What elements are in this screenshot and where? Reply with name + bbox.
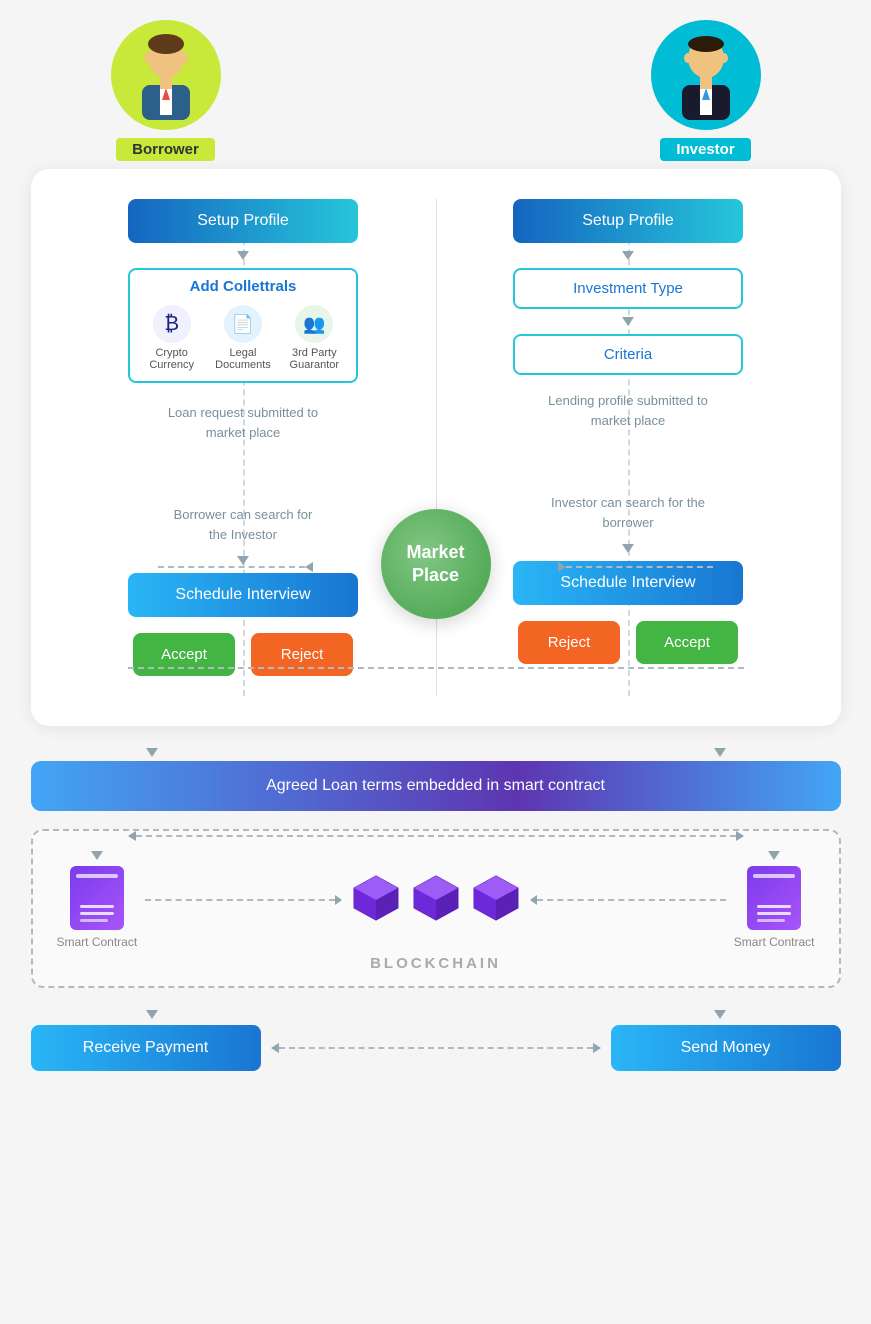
- arrow-left-head: [305, 562, 313, 572]
- arrow-down-right: [714, 748, 726, 757]
- blockchain-inner: Smart Contract: [57, 851, 815, 949]
- marketplace-container: Market Place: [381, 509, 491, 619]
- sc-top-bar-r: [753, 874, 795, 878]
- interview-dashed-connector: [128, 831, 744, 841]
- left-sc-block: Smart Contract: [57, 851, 138, 949]
- investor-setup-profile-button[interactable]: Setup Profile: [513, 199, 743, 243]
- arrow-down-r3: [622, 544, 634, 553]
- sc-lines: [80, 905, 114, 922]
- payment-connector: [261, 1043, 611, 1053]
- interview-dashed-line: [136, 835, 736, 837]
- borrower-accept-reject-row: Accept Reject: [133, 633, 353, 676]
- borrower-accept-button[interactable]: Accept: [133, 633, 235, 676]
- borrower-search-note: Borrower can search for the Investor: [163, 505, 323, 544]
- cubes-to-sc-right: [530, 895, 726, 905]
- investor-reject-button[interactable]: Reject: [518, 621, 620, 664]
- payment-dashed: [279, 1047, 593, 1049]
- cube-1: [350, 872, 402, 929]
- arrow-down-left: [146, 748, 158, 757]
- arrow-right-head: [558, 562, 566, 572]
- left-sc-icon: [70, 866, 124, 930]
- search-dashed-row: [128, 667, 744, 669]
- left-column: Setup Profile Add Collettrals ₿ Crypto C…: [51, 199, 436, 696]
- cube-3: [470, 872, 522, 929]
- right-sc-label: Smart Contract: [734, 935, 815, 949]
- sc-line3-r: [757, 919, 785, 922]
- main-card: Setup Profile Add Collettrals ₿ Crypto C…: [31, 169, 841, 726]
- investor-label: Investor: [660, 138, 750, 161]
- arrow-sc-right: [530, 895, 537, 905]
- cube-2: [410, 872, 462, 929]
- arrows-to-payment: [31, 1010, 841, 1019]
- blockchain-label: BLOCKCHAIN: [370, 955, 501, 972]
- payment-arrow-left: [271, 1043, 279, 1053]
- avatars-row: Borrower Investor: [31, 20, 841, 161]
- left-sc-label: Smart Contract: [57, 935, 138, 949]
- borrower-avatar: [111, 20, 221, 130]
- dashed-sc-right: [537, 899, 726, 901]
- marketplace-left-arrow: [158, 562, 313, 572]
- borrower-label: Borrower: [116, 138, 215, 161]
- arrow-payment-right: [714, 1010, 726, 1019]
- right-sc-icon: [747, 866, 801, 930]
- right-column: Setup Profile Investment Type Criteria L…: [436, 199, 821, 696]
- sc-to-cubes-left: [145, 895, 341, 905]
- sc-line2-r: [757, 912, 791, 915]
- receive-payment-button[interactable]: Receive Payment: [31, 1025, 261, 1071]
- blockchain-cubes: [350, 872, 522, 929]
- send-money-button[interactable]: Send Money: [611, 1025, 841, 1071]
- investor-accept-reject-row: Reject Accept: [518, 621, 738, 664]
- borrower-block: Borrower: [111, 20, 221, 161]
- loan-request-note: Loan request submitted to market place: [163, 403, 323, 442]
- investment-type-button[interactable]: Investment Type: [513, 268, 743, 309]
- investor-block: Investor: [651, 20, 761, 161]
- arrow-down-1: [237, 251, 249, 260]
- criteria-button[interactable]: Criteria: [513, 334, 743, 375]
- arrows-to-smartcontract: [31, 748, 841, 757]
- sc-arrow-down-right: [768, 851, 780, 860]
- legal-documents-item: 📄 Legal Documents: [212, 305, 274, 371]
- investor-accept-button[interactable]: Accept: [636, 621, 738, 664]
- marketplace-label: Market Place: [381, 541, 491, 588]
- borrower-reject-button[interactable]: Reject: [251, 633, 353, 676]
- crypto-icon: ₿: [153, 305, 191, 343]
- payment-arrow-right: [593, 1043, 601, 1053]
- arrow-payment-left: [146, 1010, 158, 1019]
- dashed-sc-left: [145, 899, 334, 901]
- payment-row: Receive Payment Send Money: [31, 1025, 841, 1071]
- sc-top-bar: [76, 874, 118, 878]
- sc-line1-r: [757, 905, 791, 908]
- dashed-right: [566, 566, 713, 568]
- person-icon: 👥: [295, 305, 333, 343]
- collateral-items: ₿ Crypto Currency 📄 Legal Documents 👥 3r…: [136, 305, 350, 371]
- sc-arrow-down-left: [91, 851, 103, 860]
- sc-line1: [80, 905, 114, 908]
- lending-note: Lending profile submitted to market plac…: [548, 391, 708, 430]
- arrow-right-interview: [736, 831, 744, 841]
- arrow-left-interview: [128, 831, 136, 841]
- crypto-currency-item: ₿ Crypto Currency: [141, 305, 203, 371]
- right-sc-block: Smart Contract: [734, 851, 815, 949]
- investor-avatar: [651, 20, 761, 130]
- two-col-container: Setup Profile Add Collettrals ₿ Crypto C…: [51, 199, 821, 696]
- dashed-left: [158, 566, 305, 568]
- borrower-schedule-interview-button[interactable]: Schedule Interview: [128, 573, 358, 617]
- sc-line3: [80, 919, 108, 922]
- smart-contract-bar: Agreed Loan terms embedded in smart cont…: [31, 761, 841, 811]
- doc-icon: 📄: [224, 305, 262, 343]
- blockchain-section: Smart Contract: [31, 829, 841, 988]
- borrower-setup-profile-button[interactable]: Setup Profile: [128, 199, 358, 243]
- arrow-sc-left: [335, 895, 342, 905]
- arrow-down-r2: [622, 317, 634, 326]
- marketplace-circle: Market Place: [381, 509, 491, 619]
- sc-lines-r: [757, 905, 791, 922]
- sc-line2: [80, 912, 114, 915]
- add-collaterals-box: Add Collettrals ₿ Crypto Currency 📄 Lega…: [128, 268, 358, 383]
- third-party-item: 👥 3rd Party Guarantor: [283, 305, 345, 371]
- investor-search-note: Investor can search for the borrower: [548, 493, 708, 532]
- arrow-down-r1: [622, 251, 634, 260]
- marketplace-right-arrow: [558, 562, 713, 572]
- add-collaterals-title: Add Collettrals: [136, 278, 350, 295]
